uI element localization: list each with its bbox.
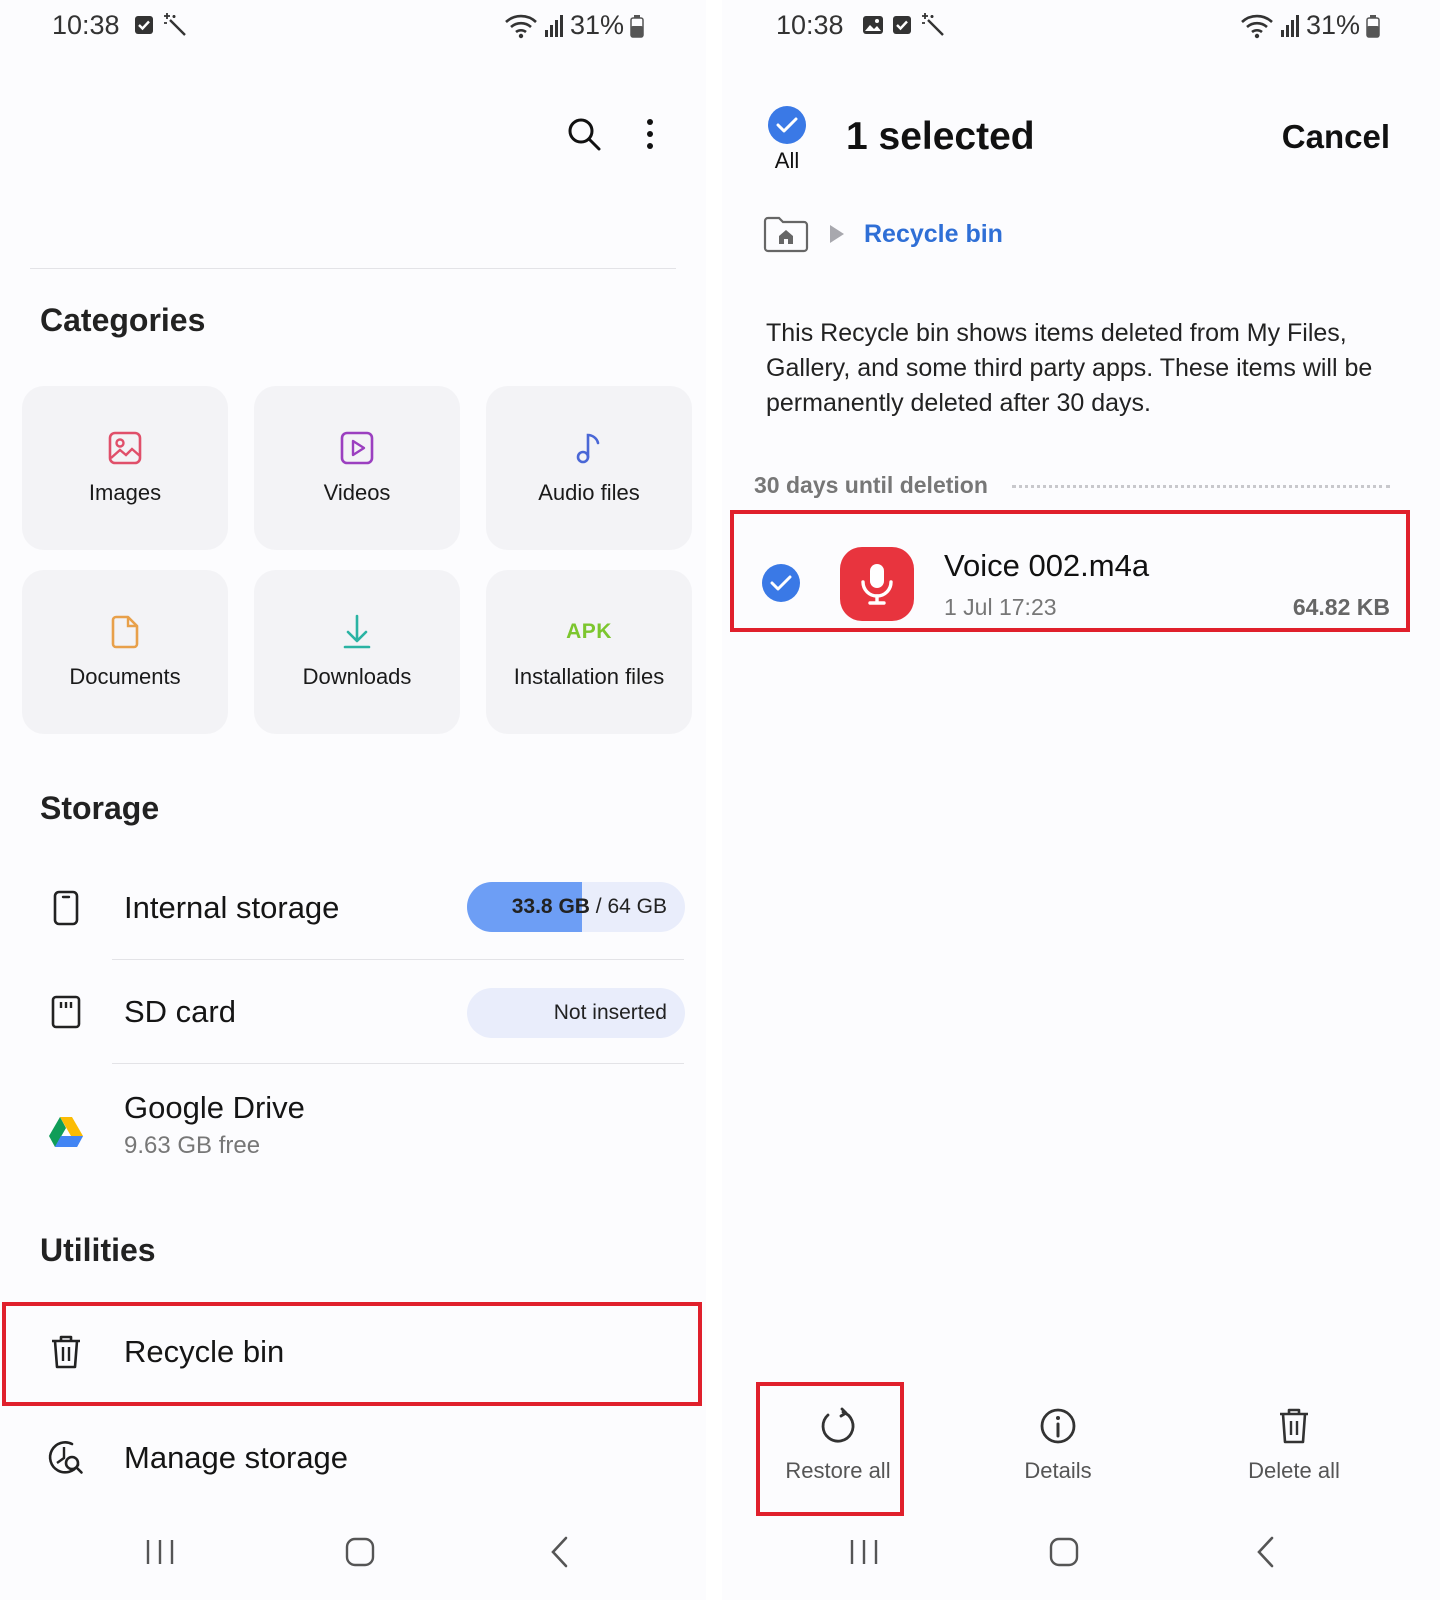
info-icon	[1039, 1404, 1077, 1448]
back-icon	[550, 1536, 570, 1568]
category-label: Downloads	[302, 664, 412, 689]
battery-icon	[1366, 14, 1380, 38]
back-icon	[1256, 1536, 1276, 1568]
utilities-heading: Utilities	[40, 1232, 156, 1268]
recents-button[interactable]	[130, 1530, 190, 1574]
battery-percentage: 31%	[1305, 10, 1360, 40]
back-button[interactable]	[530, 1530, 590, 1574]
storage-used: 33.8 GB	[511, 895, 590, 918]
video-icon	[340, 428, 374, 468]
navigation-bar	[0, 1530, 706, 1580]
storage-heading: Storage	[40, 790, 160, 826]
my-files-home-screen: 10:38 31% Categories Images Videos Audio…	[0, 0, 706, 1600]
checkmark-icon	[768, 106, 806, 144]
details-button[interactable]: Details	[968, 1404, 1148, 1484]
navigation-bar	[722, 1530, 1440, 1580]
category-label: Audio files	[538, 480, 640, 505]
category-installation-files[interactable]: APK Installation files	[486, 570, 692, 734]
category-label: Images	[88, 480, 162, 505]
sd-card-label: SD card	[124, 994, 236, 1029]
selection-count-title: 1 selected	[846, 115, 1035, 158]
category-downloads[interactable]: Downloads	[254, 570, 460, 734]
folder-home-icon	[763, 215, 809, 253]
sd-card-status: Not inserted	[467, 988, 685, 1038]
highlight-restore-all	[756, 1382, 904, 1516]
music-note-icon	[574, 428, 604, 468]
category-documents[interactable]: Documents	[22, 570, 228, 734]
category-label: Installation files	[513, 664, 665, 689]
search-icon	[566, 116, 602, 152]
battery-percentage: 31%	[569, 10, 624, 40]
category-images[interactable]: Images	[22, 386, 228, 550]
home-button[interactable]	[1034, 1530, 1094, 1574]
search-button[interactable]	[562, 112, 606, 156]
google-drive-icon	[46, 1112, 86, 1152]
status-bar: 10:38 31%	[0, 10, 706, 46]
download-icon	[342, 612, 372, 652]
status-time: 10:38	[776, 10, 844, 40]
google-drive-row[interactable]: Google Drive 9.63 GB free	[0, 1074, 706, 1184]
google-drive-label: Google Drive	[124, 1090, 305, 1125]
magic-wand-icon	[162, 12, 188, 38]
header-divider	[30, 268, 676, 269]
signal-icon	[1280, 14, 1300, 38]
recents-button[interactable]	[834, 1530, 894, 1574]
recents-icon	[145, 1538, 175, 1566]
internal-storage-row[interactable]: Internal storage 33.8 GB / 64 GB	[0, 862, 706, 958]
manage-storage-row[interactable]: Manage storage	[0, 1410, 706, 1506]
category-label: Documents	[69, 664, 181, 689]
category-videos[interactable]: Videos	[254, 386, 460, 550]
categories-heading: Categories	[40, 302, 206, 338]
sd-card-icon	[46, 992, 86, 1032]
checkbox-notification-icon	[134, 15, 154, 35]
sd-card-row[interactable]: SD card Not inserted	[0, 966, 706, 1062]
select-all-label: All	[774, 148, 800, 173]
delete-all-button[interactable]: Delete all	[1204, 1404, 1384, 1484]
home-nav-icon	[345, 1537, 375, 1567]
group-header: 30 days until deletion	[754, 472, 1002, 499]
cancel-button[interactable]: Cancel	[1282, 118, 1390, 156]
category-label: Videos	[323, 480, 391, 505]
signal-icon	[544, 14, 564, 38]
trash-icon	[1278, 1404, 1310, 1448]
breadcrumb: Recycle bin	[762, 214, 1003, 254]
internal-storage-label: Internal storage	[124, 890, 340, 925]
select-all-checkbox[interactable]: All	[762, 106, 812, 174]
internal-storage-usage: 33.8 GB / 64 GB	[467, 882, 685, 932]
document-icon	[110, 612, 140, 652]
phone-icon	[46, 888, 86, 928]
checkbox-notification-icon	[892, 15, 912, 35]
image-icon	[108, 428, 142, 468]
storage-total: / 64 GB	[595, 895, 667, 918]
battery-icon	[630, 14, 644, 38]
category-audio-files[interactable]: Audio files	[486, 386, 692, 550]
manage-storage-icon	[46, 1438, 86, 1478]
delete-all-label: Delete all	[1248, 1458, 1340, 1483]
more-options-button[interactable]	[628, 112, 672, 156]
breadcrumb-current[interactable]: Recycle bin	[864, 220, 1003, 249]
status-time: 10:38	[52, 10, 120, 40]
magic-wand-icon	[920, 12, 946, 38]
home-button[interactable]	[330, 1530, 390, 1574]
more-vertical-icon	[646, 118, 654, 150]
recents-icon	[849, 1538, 879, 1566]
wifi-icon	[504, 13, 538, 39]
gallery-notification-icon	[862, 15, 884, 35]
google-drive-free: 9.63 GB free	[124, 1132, 261, 1159]
breadcrumb-separator-icon	[830, 225, 844, 243]
back-button[interactable]	[1236, 1530, 1296, 1574]
details-label: Details	[1024, 1458, 1092, 1483]
manage-storage-label: Manage storage	[124, 1440, 349, 1475]
recycle-bin-screen: 10:38 31% All 1 selected Cancel Recycle …	[722, 0, 1440, 1600]
apk-icon: APK	[566, 620, 612, 643]
home-nav-icon	[1049, 1537, 1079, 1567]
recycle-bin-info-text: This Recycle bin shows items deleted fro…	[766, 319, 1373, 417]
breadcrumb-home[interactable]	[762, 214, 810, 254]
highlight-file-item	[730, 510, 1410, 632]
group-divider	[1012, 485, 1390, 488]
highlight-recycle-bin	[2, 1302, 702, 1406]
wifi-icon	[1240, 13, 1274, 39]
status-bar: 10:38 31%	[722, 10, 1440, 46]
